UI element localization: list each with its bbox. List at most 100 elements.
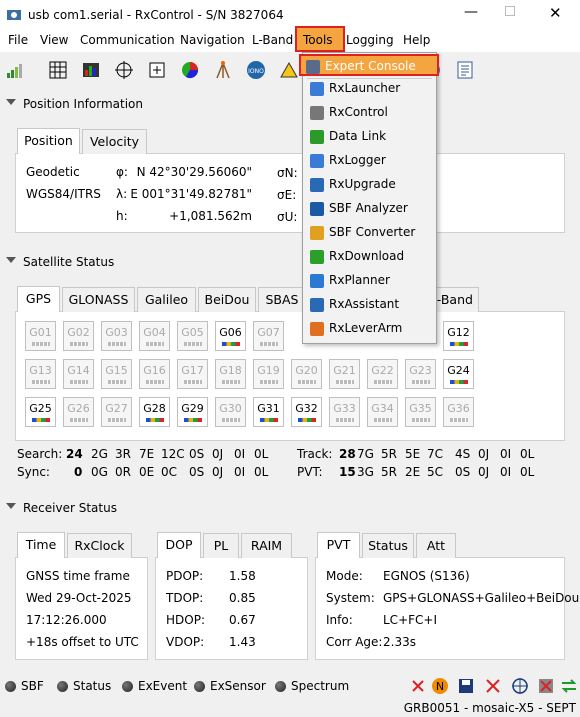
sigma-u-label: σU: (277, 210, 298, 224)
satellite-g12[interactable]: G12 (443, 321, 474, 351)
crosshair-icon[interactable] (511, 677, 529, 695)
menu-file[interactable]: File (8, 33, 28, 47)
satellite-g15[interactable]: G15 (101, 359, 132, 389)
satellite-g31[interactable]: G31 (253, 397, 284, 427)
satellite-g14[interactable]: G14 (63, 359, 94, 389)
dop-label: HDOP: (166, 613, 205, 627)
satellite-g21[interactable]: G21 (329, 359, 360, 389)
menu-item-rxdownload[interactable]: RxDownload (305, 246, 434, 268)
satellite-g22[interactable]: G22 (367, 359, 398, 389)
crosshair-icon[interactable] (114, 60, 134, 80)
collapse-arrow-icon[interactable] (6, 257, 16, 263)
satellite-g24[interactable]: G24 (443, 359, 474, 389)
satellite-g01[interactable]: G01 (25, 321, 56, 351)
tab-att[interactable]: Att (416, 533, 456, 558)
satellite-g03[interactable]: G03 (101, 321, 132, 351)
collapse-arrow-icon[interactable] (6, 99, 16, 105)
menu-tools[interactable]: Tools (303, 33, 333, 47)
antenna-icon[interactable] (213, 60, 233, 80)
minimize-button[interactable]: — (464, 4, 478, 20)
tab-galileo[interactable]: Galileo (137, 287, 196, 312)
menu-item-rxassistant[interactable]: RxAssistant (305, 294, 434, 316)
tab-dop[interactable]: DOP (157, 532, 201, 558)
menu-item-rxplanner[interactable]: RxPlanner (305, 270, 434, 292)
menu-item-rxleverarm[interactable]: RxLeverArm (305, 318, 434, 340)
save-icon[interactable] (457, 677, 475, 695)
menu-lband[interactable]: L-Band (252, 33, 293, 47)
tab-rxclock[interactable]: RxClock (67, 533, 132, 558)
satellite-g25[interactable]: G25 (25, 397, 56, 427)
menu-help[interactable]: Help (403, 33, 430, 47)
n-badge-icon[interactable]: N (431, 677, 449, 695)
menu-item-sbf-converter[interactable]: SBF Converter (305, 222, 434, 244)
tab-glonass[interactable]: GLONASS (62, 287, 135, 312)
satellite-g17[interactable]: G17 (177, 359, 208, 389)
satellite-g34[interactable]: G34 (367, 397, 398, 427)
menu-navigation[interactable]: Navigation (180, 33, 245, 47)
satellite-g18[interactable]: G18 (215, 359, 246, 389)
pie-chart-icon[interactable] (180, 60, 200, 80)
receiver-section-header[interactable]: Receiver Status (0, 500, 580, 518)
satellite-g23[interactable]: G23 (405, 359, 436, 389)
window-title: usb com1.serial - RxControl - S/N 382706… (28, 8, 284, 22)
satellite-g04[interactable]: G04 (139, 321, 170, 351)
rxupgrade-icon (310, 178, 324, 192)
tab-time[interactable]: Time (17, 532, 65, 558)
tab-sbas[interactable]: SBAS (258, 287, 306, 312)
tab-beidou[interactable]: BeiDou (198, 287, 256, 312)
tab-status[interactable]: Status (362, 533, 414, 558)
form-icon[interactable] (455, 60, 475, 80)
satellite-g29[interactable]: G29 (177, 397, 208, 427)
tab-velocity[interactable]: Velocity (82, 129, 147, 154)
tab-pvt[interactable]: PVT (317, 532, 360, 558)
satellite-g16[interactable]: G16 (139, 359, 170, 389)
position-section-header[interactable]: Position Information (0, 96, 580, 114)
close-button[interactable]: ✕ (549, 4, 562, 22)
satellite-g13[interactable]: G13 (25, 359, 56, 389)
tab-raim[interactable]: RAIM (241, 533, 292, 558)
satellite-g26[interactable]: G26 (63, 397, 94, 427)
menu-item-sbf-analyzer[interactable]: SBF Analyzer (305, 198, 434, 220)
satellite-g28[interactable]: G28 (139, 397, 170, 427)
satellite-g20[interactable]: G20 (291, 359, 322, 389)
antenna-off-icon[interactable] (409, 677, 427, 695)
signal-bars-icon[interactable] (6, 60, 26, 80)
add-window-icon[interactable] (147, 60, 167, 80)
satellite-g32[interactable]: G32 (291, 397, 322, 427)
satellite-g19[interactable]: G19 (253, 359, 284, 389)
menu-view[interactable]: View (40, 33, 68, 47)
menu-item-rxcontrol[interactable]: RxControl (305, 102, 434, 124)
satellite-g02[interactable]: G02 (63, 321, 94, 351)
satellite-g05[interactable]: G05 (177, 321, 208, 351)
transfer-arrows-icon[interactable] (560, 677, 578, 695)
spectrum-icon[interactable] (81, 60, 101, 80)
grid-icon[interactable] (48, 60, 68, 80)
satellite-g27[interactable]: G27 (101, 397, 132, 427)
tab-pl[interactable]: PL (203, 533, 239, 558)
collapse-arrow-icon[interactable] (6, 503, 16, 509)
menu-item-label: RxPlanner (329, 273, 390, 287)
menu-item-expert-console[interactable]: Expert Console (299, 54, 439, 76)
iono-icon[interactable]: IONO (246, 60, 266, 80)
menu-communication[interactable]: Communication (80, 33, 175, 47)
satellite-g33[interactable]: G33 (329, 397, 360, 427)
menu-item-rxlauncher[interactable]: RxLauncher (305, 78, 434, 100)
network-off-icon[interactable] (537, 677, 555, 695)
maximize-button[interactable] (505, 6, 515, 16)
menu-item-data-link[interactable]: Data Link (305, 126, 434, 148)
satellite-g06[interactable]: G06 (215, 321, 246, 351)
log-off-icon[interactable] (484, 677, 502, 695)
satellite-g35[interactable]: G35 (405, 397, 436, 427)
warning-icon[interactable] (279, 60, 299, 80)
satellite-section-header[interactable]: Satellite Status (0, 254, 580, 272)
sbf-led-icon (5, 681, 16, 692)
sync-count: 0C (161, 465, 178, 479)
menu-item-rxlogger[interactable]: RxLogger (305, 150, 434, 172)
tab-position[interactable]: Position (17, 128, 80, 154)
menu-logging[interactable]: Logging (346, 33, 394, 47)
tab-gps[interactable]: GPS (17, 286, 60, 312)
satellite-g30[interactable]: G30 (215, 397, 246, 427)
satellite-g36[interactable]: G36 (443, 397, 474, 427)
satellite-g07[interactable]: G07 (253, 321, 284, 351)
menu-item-rxupgrade[interactable]: RxUpgrade (305, 174, 434, 196)
